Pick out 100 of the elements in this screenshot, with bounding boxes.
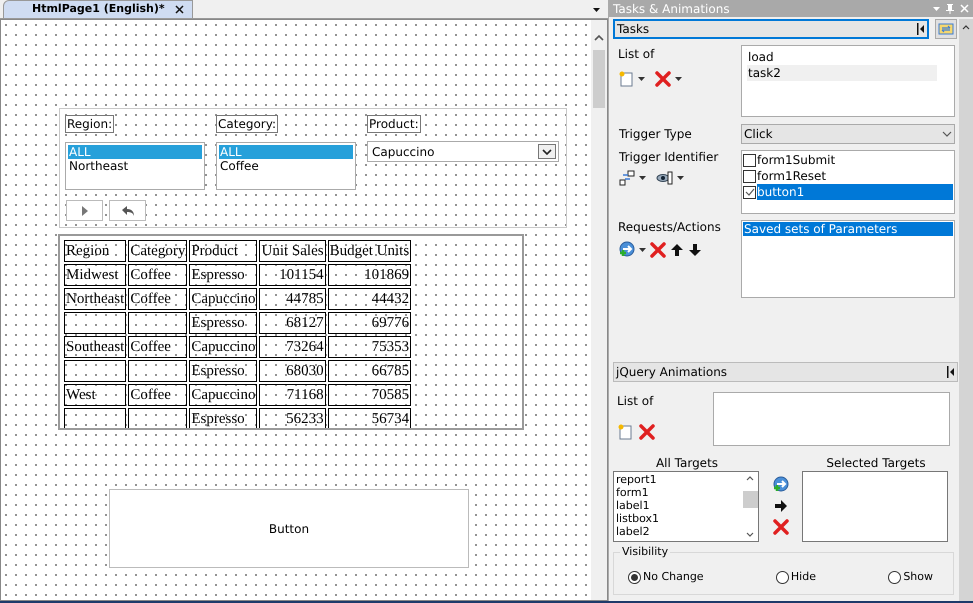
delete-icon[interactable] — [655, 71, 671, 87]
delete-icon[interactable] — [650, 242, 666, 258]
table-cell: Coffee — [128, 288, 188, 310]
arrow-up-icon[interactable] — [670, 242, 684, 256]
eye-icon[interactable] — [656, 170, 673, 186]
section-label: Trigger Type — [618, 127, 693, 141]
list-item[interactable]: label1 — [616, 499, 742, 512]
caret-icon[interactable] — [677, 176, 684, 180]
table-cell: 44785 — [259, 288, 326, 310]
scroll-thumb[interactable] — [742, 491, 758, 508]
list-item[interactable]: Saved sets of Parameters — [743, 222, 953, 236]
table-cell: Coffee — [128, 336, 188, 358]
table-cell: Southeast — [64, 336, 126, 358]
column-header: Product — [189, 240, 258, 262]
new-document-icon[interactable] — [618, 71, 634, 87]
new-document-icon[interactable] — [617, 424, 633, 440]
list-item[interactable]: form1Submit — [757, 152, 953, 168]
caret-icon[interactable] — [639, 248, 646, 252]
table-cell — [64, 408, 126, 428]
table-cell: Espresso — [189, 312, 258, 334]
collapse-icon[interactable] — [947, 366, 954, 378]
reset-button[interactable] — [109, 200, 146, 221]
requests-list[interactable]: Saved sets of Parameters — [741, 220, 955, 298]
all-targets-list[interactable]: report1 form1 label1 listbox1 label2 — [613, 471, 759, 542]
undo-icon — [122, 206, 134, 216]
table-cell: Northeast — [64, 288, 126, 310]
trigger-checklist[interactable]: form1Submit form1Reset button1 — [741, 150, 955, 214]
section-label: Trigger Identifier — [619, 150, 720, 164]
close-icon[interactable] — [174, 5, 184, 14]
add-action-icon[interactable] — [772, 476, 789, 493]
swap-icon — [938, 23, 954, 35]
table-cell: Capuccino — [189, 288, 258, 310]
document-tab[interactable]: HtmlPage1 (English)* — [3, 0, 193, 18]
list-item[interactable]: Coffee — [219, 159, 353, 173]
table-cell — [64, 360, 126, 382]
column-header: Budget Units — [328, 240, 412, 262]
checkbox[interactable] — [743, 170, 756, 182]
checkbox[interactable] — [743, 154, 756, 166]
scroll-down-icon[interactable] — [746, 532, 754, 537]
task-list[interactable]: load task2 — [741, 45, 955, 117]
tree-icon[interactable] — [619, 170, 635, 186]
add-action-icon[interactable] — [618, 241, 635, 258]
field-label: Product: — [367, 115, 421, 133]
checkbox[interactable] — [743, 186, 756, 198]
chevron-down-icon[interactable] — [942, 131, 952, 137]
section-header[interactable]: jQuery Animations — [613, 362, 958, 382]
list-item[interactable]: Northeast — [68, 159, 202, 173]
delete-icon[interactable] — [639, 424, 655, 440]
table-cell: 73264 — [259, 336, 326, 358]
arrow-right-icon[interactable] — [774, 499, 788, 513]
group-label: Visibility — [620, 546, 670, 558]
collapse-icon[interactable] — [917, 23, 924, 35]
panel-scrollbar[interactable] — [959, 19, 973, 601]
listbox[interactable]: ALL Northeast — [65, 142, 205, 190]
list-item[interactable]: task2 — [747, 65, 937, 81]
table-cell: Coffee — [128, 384, 188, 406]
arrow-down-icon[interactable] — [688, 242, 702, 256]
table-cell — [128, 360, 188, 382]
scroll-up-icon[interactable] — [962, 25, 970, 30]
table-cell: 75353 — [328, 336, 412, 358]
caret-icon[interactable] — [675, 77, 682, 81]
radio-button[interactable] — [888, 571, 902, 584]
list-item[interactable]: listbox1 — [616, 512, 742, 525]
radio-button[interactable] — [628, 571, 641, 584]
scroll-up-icon[interactable] — [746, 476, 754, 481]
trigger-type-dropdown[interactable]: Click — [741, 124, 955, 144]
caret-icon[interactable] — [593, 8, 600, 12]
table-cell: 68030 — [259, 360, 326, 382]
table-cell: 56734 — [328, 408, 412, 428]
list-item[interactable]: label2 — [616, 525, 742, 538]
canvas-button[interactable]: Button — [109, 489, 469, 568]
delete-icon[interactable] — [772, 519, 788, 535]
selected-targets-list[interactable] — [802, 471, 948, 542]
section-label: List of — [617, 394, 655, 408]
table-cell: Capuccino — [189, 336, 258, 358]
list-item[interactable]: form1Reset — [757, 168, 953, 184]
table-cell — [64, 312, 126, 334]
caret-icon[interactable] — [638, 77, 645, 81]
section-header[interactable]: Tasks — [613, 19, 929, 39]
radio-button[interactable] — [776, 571, 789, 584]
table-cell: Capuccino — [189, 384, 258, 406]
listbox[interactable]: ALL Coffee — [216, 142, 356, 190]
scroll-up-icon[interactable] — [594, 34, 604, 42]
list-item[interactable]: load — [747, 49, 937, 65]
refresh-button[interactable] — [935, 19, 957, 39]
section-label: Selected Targets — [825, 456, 927, 470]
scrollbar[interactable] — [591, 20, 607, 600]
table-cell: Espresso — [189, 360, 258, 382]
list-item[interactable]: report1 — [616, 473, 742, 486]
table-cell — [128, 312, 188, 334]
list-item[interactable]: form1 — [616, 486, 742, 499]
table-cell: Espresso — [189, 264, 258, 286]
product-dropdown[interactable]: Capuccino — [367, 141, 559, 162]
table-cell: Midwest — [64, 264, 126, 286]
scroll-thumb[interactable] — [593, 50, 605, 108]
table-cell: Coffee — [128, 264, 188, 286]
submit-button[interactable] — [66, 200, 103, 221]
caret-icon[interactable] — [639, 176, 646, 180]
list-item[interactable]: button1 — [757, 184, 953, 200]
field-label: Category: — [216, 115, 278, 133]
